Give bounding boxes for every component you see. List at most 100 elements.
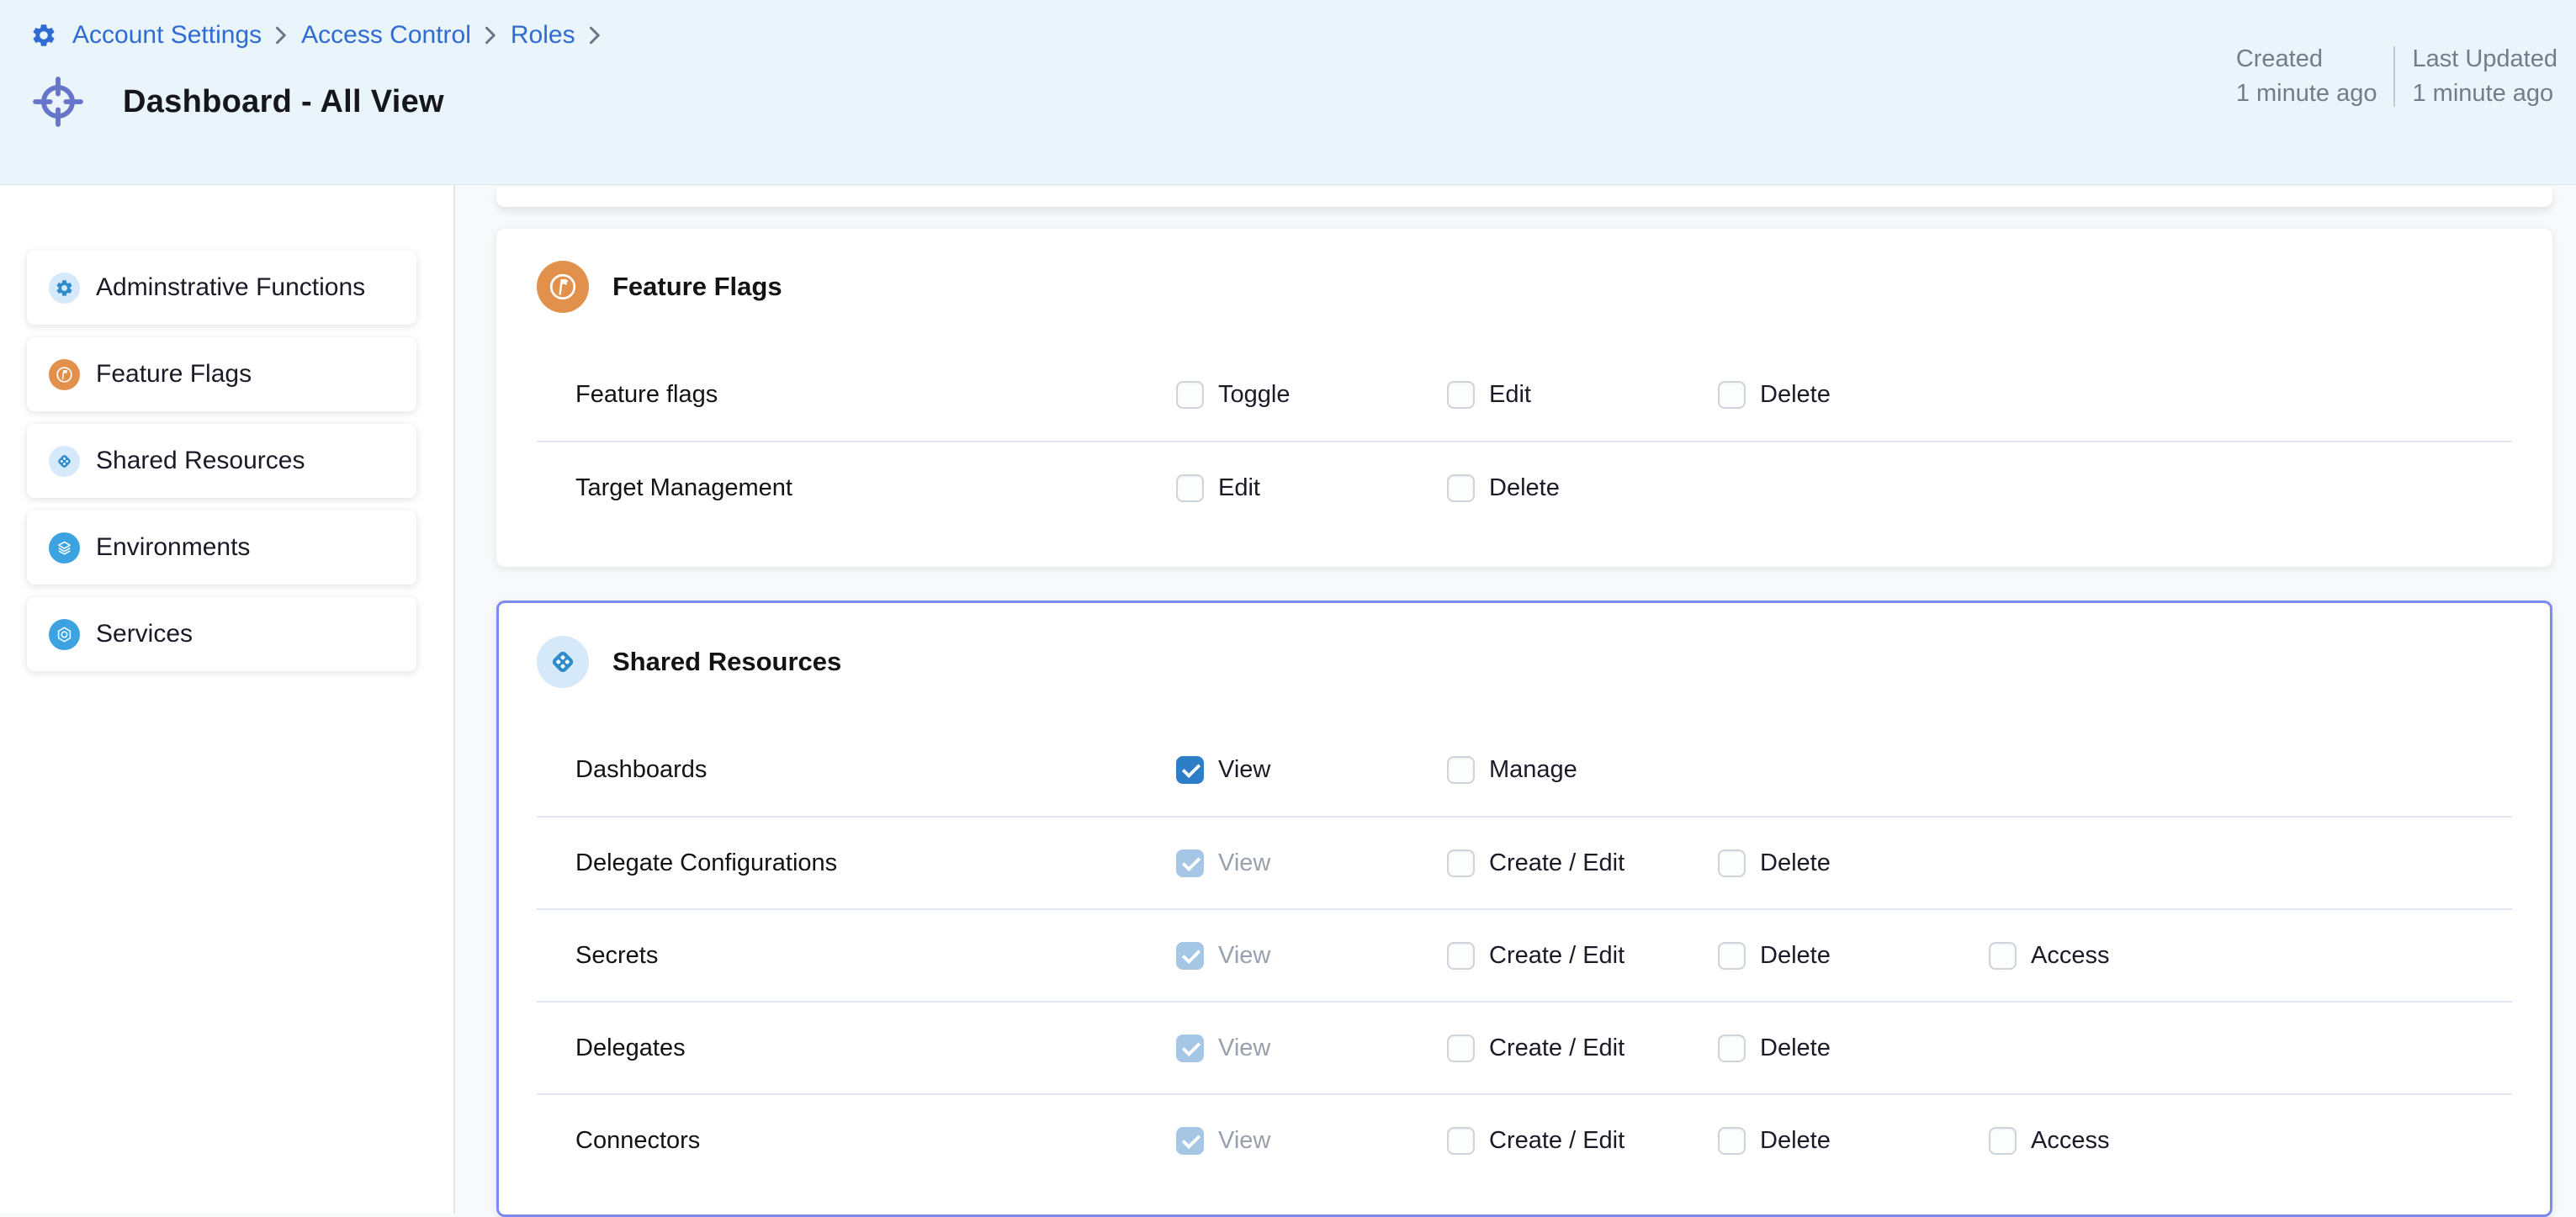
chevron-right-icon [589,24,602,46]
sidebar-item-label: Adminstrative Functions [96,273,365,302]
permission-label[interactable]: Delete [1760,849,1831,877]
permission-label[interactable]: Access [2031,1127,2109,1155]
resource-label: Feature flags [575,381,1176,409]
permission-view: View [1176,942,1447,970]
permission-create-edit: Create / Edit [1447,942,1718,970]
section-title: Feature Flags [612,272,782,302]
resource-row-secrets: SecretsViewCreate / EditDeleteAccess [537,908,2512,1001]
toggle-checkbox[interactable] [1176,381,1204,409]
sidebar-item-environments[interactable]: Environments [27,511,416,585]
permission-label[interactable]: Delete [1760,381,1831,409]
access-checkbox[interactable] [1989,942,2017,970]
permission-label[interactable]: Create / Edit [1489,1127,1625,1155]
page-title: Dashboard - All View [123,84,444,120]
meta-value: 1 minute ago [2236,77,2377,111]
manage-checkbox[interactable] [1447,756,1475,784]
scrolled-card-edge [496,187,2552,207]
sidebar-item-shared-resources[interactable]: Shared Resources [27,424,416,498]
permission-create-edit: Create / Edit [1447,1034,1718,1062]
access-checkbox[interactable] [1989,1127,2017,1155]
cube-icon [49,446,80,477]
permission-delete: Delete [1718,942,1989,970]
permission-label[interactable]: Manage [1489,756,1577,784]
permission-view: View [1176,1034,1447,1062]
permission-delete: Delete [1718,381,1989,409]
resource-label: Target Management [575,474,1176,502]
permission-label[interactable]: Delete [1489,474,1560,502]
permission-label[interactable]: Create / Edit [1489,849,1625,877]
permission-delete: Delete [1718,849,1989,877]
permission-label[interactable]: Delete [1760,1034,1831,1062]
hexagon-icon [49,619,80,650]
permission-label[interactable]: Toggle [1218,381,1290,409]
edit-checkbox[interactable] [1176,474,1204,502]
delete-checkbox[interactable] [1718,1127,1746,1155]
meta-value: 1 minute ago [2412,77,2557,111]
permission-access: Access [1989,942,2260,970]
permission-label[interactable]: View [1218,1127,1270,1155]
view-checkbox[interactable] [1176,756,1204,784]
breadcrumb-link-roles[interactable]: Roles [511,21,575,50]
permission-label[interactable]: Edit [1218,474,1260,502]
permission-view: View [1176,756,1447,784]
meta-last-updated: Last Updated1 minute ago [2395,42,2574,111]
permission-label[interactable]: View [1218,756,1270,784]
sidebar-item-services[interactable]: Services [27,597,416,671]
layers-icon [49,532,80,564]
view-checkbox [1176,942,1204,970]
permission-manage: Manage [1447,756,1718,784]
permission-label[interactable]: View [1218,942,1270,970]
sidebar-item-label: Environments [96,533,250,562]
permission-label[interactable]: Access [2031,942,2109,970]
view-checkbox [1176,1127,1204,1155]
breadcrumb-link-access-control[interactable]: Access Control [301,21,471,50]
permission-label[interactable]: View [1218,849,1270,877]
chevron-right-icon [275,24,288,46]
sidebar-item-adminstrative-functions[interactable]: Adminstrative Functions [27,251,416,325]
permission-label[interactable]: Create / Edit [1489,942,1625,970]
create-edit-checkbox[interactable] [1447,942,1475,970]
breadcrumb-link-account-settings[interactable]: Account Settings [72,21,262,50]
delete-checkbox[interactable] [1718,942,1746,970]
gear-icon [49,273,80,304]
chevron-right-icon [485,24,497,46]
permission-label[interactable]: Create / Edit [1489,1034,1625,1062]
permission-label[interactable]: Edit [1489,381,1531,409]
flag-icon [49,359,80,390]
meta-label: Created [2236,42,2377,77]
edit-checkbox[interactable] [1447,381,1475,409]
sidebar-item-label: Feature Flags [96,360,252,389]
settings-gear-icon [30,22,57,49]
create-edit-checkbox[interactable] [1447,849,1475,877]
flag-icon [537,261,589,313]
create-edit-checkbox[interactable] [1447,1127,1475,1155]
permission-access: Access [1989,1127,2260,1155]
permission-rows: Feature flags Toggle Edit Delete Target Mana… [537,348,2512,533]
section-card-feature-flags: Feature Flags Feature flags Toggle Edit Dele… [496,229,2552,567]
page-header: Account Settings Access Control Roles Dash… [0,0,2576,185]
permission-label[interactable]: Delete [1760,942,1831,970]
resource-label: Connectors [575,1127,1176,1155]
view-checkbox [1176,849,1204,877]
crosshair-icon [30,74,86,130]
permission-label[interactable]: Delete [1760,1127,1831,1155]
sidebar-item-label: Shared Resources [96,447,305,475]
section-header: Shared Resources [537,634,2512,690]
sidebar-item-feature-flags[interactable]: Feature Flags [27,337,416,411]
delete-checkbox[interactable] [1718,381,1746,409]
create-edit-checkbox[interactable] [1447,1034,1475,1062]
resource-row-feature-flags: Feature flags Toggle Edit Delete [537,348,2512,441]
permission-rows: DashboardsViewManageDelegate Configurati… [537,723,2512,1186]
resource-row-dashboards: DashboardsViewManage [537,723,2512,816]
main-content: Feature Flags Feature flags Toggle Edit Dele… [455,185,2576,1214]
sidebar-item-label: Services [96,620,193,648]
breadcrumb: Account Settings Access Control Roles [30,17,2576,54]
created-updated-panel: Created1 minute agoLast Updated1 minute … [2219,42,2574,111]
section-title: Shared Resources [612,647,841,677]
resource-row-delegate-configurations: Delegate ConfigurationsViewCreate / Edit… [537,816,2512,908]
delete-checkbox[interactable] [1718,849,1746,877]
permission-label[interactable]: View [1218,1034,1270,1062]
permission-create-edit: Create / Edit [1447,849,1718,877]
delete-checkbox[interactable] [1447,474,1475,502]
delete-checkbox[interactable] [1718,1034,1746,1062]
